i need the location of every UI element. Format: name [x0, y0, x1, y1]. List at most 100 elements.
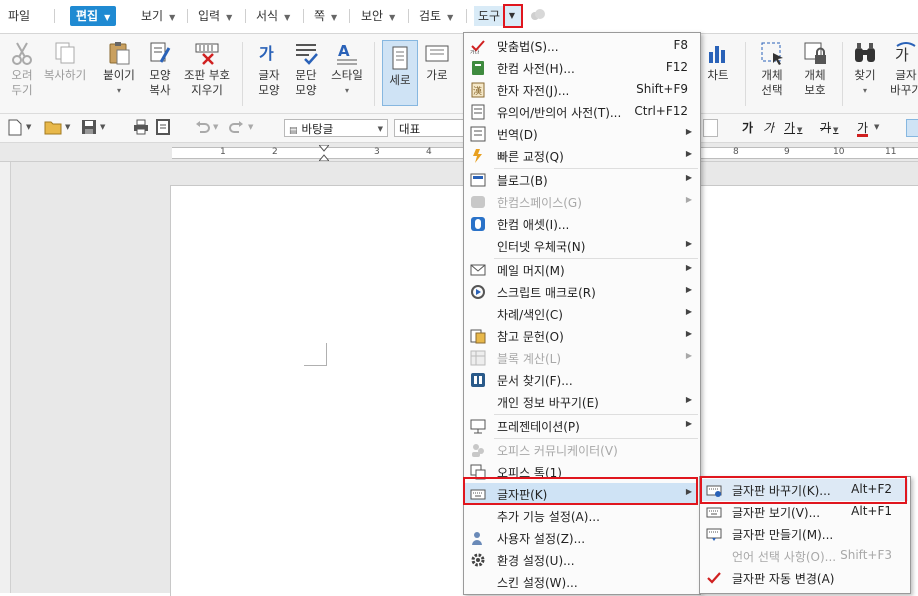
underline-button[interactable]: 가 ▼	[784, 119, 802, 137]
char-shape-button[interactable]: 가 글자 모양	[252, 40, 286, 98]
presentation-icon	[470, 418, 486, 434]
char-shape-icon: 가	[256, 40, 282, 66]
menu-item-hanja-dictionary[interactable]: 漢 한자 자전(J)... Shift+F9	[464, 79, 698, 101]
menu-item-add-ons[interactable]: 추가 기능 설정(A)...	[464, 505, 698, 527]
menu-item-preferences[interactable]: 환경 설정(U)...	[464, 549, 698, 571]
svg-text:가: 가	[259, 44, 274, 63]
strikethrough-button[interactable]: 가 ▼	[820, 119, 838, 137]
menu-item-hancom-asset[interactable]: 한컴 애셋(I)...	[464, 213, 698, 235]
format-painter-button[interactable]: 모양 복사	[143, 40, 177, 98]
menu-view[interactable]: 보기 ▼	[141, 6, 175, 26]
menu-divider	[54, 9, 55, 23]
cut-button[interactable]: 오려 두기	[4, 40, 40, 98]
menu-item-bibliography[interactable]: 참고 문헌(O) ▶	[464, 325, 698, 347]
paste-button[interactable]: 붙이기 ▾	[98, 40, 140, 98]
horizontal-ruler[interactable]: 1 2 3 4 8 9 10 11	[0, 143, 918, 162]
menu-edit[interactable]: 편집 ▼	[70, 6, 117, 26]
style-combo[interactable]: ▤ 바탕글 ▼	[284, 119, 388, 137]
menu-item-label: 스킨 설정(W)...	[497, 576, 578, 590]
menu-page[interactable]: 쪽 ▼	[314, 6, 337, 26]
chevron-down-icon[interactable]: ▼	[248, 123, 253, 141]
new-document-icon[interactable]	[8, 119, 22, 137]
menu-item-hancom-dictionary[interactable]: 한컴 사전(H)... F12	[464, 57, 698, 79]
font-size-spinner[interactable]	[703, 119, 718, 137]
redo-icon[interactable]	[229, 119, 245, 137]
block-calc-icon	[470, 350, 486, 366]
menu-item-personal-info[interactable]: 개인 정보 바꾸기(E) ▶	[464, 391, 698, 413]
menu-item-presentation[interactable]: 프레젠테이션(P) ▶	[464, 415, 698, 437]
menu-item-skin-settings[interactable]: 스킨 설정(W)...	[464, 571, 698, 593]
spellcheck-icon: 가나	[470, 38, 486, 54]
object-protect-button[interactable]: 개체 보호	[795, 40, 835, 98]
chevron-down-icon[interactable]: ▼	[100, 123, 105, 141]
menu-item-toc-index[interactable]: 차례/색인(C) ▶	[464, 303, 698, 325]
object-protect-label: 개체 보호	[804, 68, 826, 97]
clear-markup-button[interactable]: 조판 부호 지우기	[181, 40, 233, 98]
chevron-down-icon[interactable]: ▼	[213, 123, 218, 141]
font-combo[interactable]: 대표	[394, 119, 464, 137]
chevron-down-icon: ▼	[169, 13, 176, 22]
find-button[interactable]: 찾기 ▾	[850, 40, 880, 98]
menu-item-user-settings[interactable]: 사용자 설정(Z)...	[464, 527, 698, 549]
chevron-right-icon: ▶	[685, 307, 692, 316]
print-icon[interactable]	[133, 119, 149, 137]
menu-item-quick-correct[interactable]: 빠른 교정(Q) ▶	[464, 145, 698, 167]
keyboard-create-icon	[706, 526, 722, 542]
menu-item-thesaurus[interactable]: 유의어/반의어 사전(T)... Ctrl+F12	[464, 101, 698, 123]
submenu-item-keyboard-auto-switch[interactable]: 글자판 자동 변경(A)	[700, 567, 908, 589]
font-color-button[interactable]: 가	[857, 119, 869, 137]
menu-divider	[187, 9, 188, 23]
landscape-button[interactable]: 가로	[420, 40, 454, 83]
cloud-icon	[530, 9, 546, 21]
menu-security[interactable]: 보안 ▼	[361, 6, 395, 26]
style-button[interactable]: A 스타일 ▾	[327, 40, 367, 98]
menu-insert[interactable]: 입력 ▼	[198, 6, 232, 26]
menu-item-translate[interactable]: 번역(D) ▶	[464, 123, 698, 145]
menu-item-script-macro[interactable]: 스크립트 매크로(R) ▶	[464, 281, 698, 303]
menu-item-label: 추가 기능 설정(A)...	[497, 510, 600, 524]
chevron-down-icon[interactable]: ▼	[874, 123, 879, 141]
chevron-right-icon: ▶	[685, 263, 692, 272]
menu-file[interactable]: 파일	[8, 6, 30, 26]
print-preview-icon[interactable]	[155, 119, 171, 137]
menu-item-block-calc[interactable]: 블록 계산(L) ▶	[464, 347, 698, 369]
submenu-item-keyboard-create[interactable]: 글자판 만들기(M)...	[700, 523, 908, 545]
chart-icon	[705, 40, 731, 66]
dictionary-icon	[470, 60, 486, 76]
menu-divider	[349, 9, 350, 23]
chevron-down-icon: ▼	[331, 13, 338, 22]
open-folder-icon[interactable]	[44, 119, 62, 137]
menu-item-blog[interactable]: 블로그(B) ▶	[464, 169, 698, 191]
menu-item-mail-merge[interactable]: 메일 머지(M) ▶	[464, 259, 698, 281]
align-justify-button[interactable]	[906, 119, 918, 137]
menu-item-find-document[interactable]: 문서 찾기(F)...	[464, 369, 698, 391]
menu-item-spellcheck[interactable]: 가나 맞춤법(S)... F8	[464, 35, 698, 57]
menu-format[interactable]: 서식 ▼	[256, 6, 290, 26]
style-icon: A	[334, 40, 360, 66]
italic-button[interactable]: 가	[763, 119, 774, 137]
bold-button[interactable]: 가	[742, 119, 753, 137]
menu-item-label: 한자 자전(J)...	[497, 84, 570, 98]
menu-divider	[245, 9, 246, 23]
para-shape-button[interactable]: 문단 모양	[289, 40, 323, 98]
menu-item-office-communicator[interactable]: 오피스 커뮤니케이터(V)	[464, 439, 698, 461]
copy-button[interactable]: 복사하기	[36, 40, 94, 83]
save-icon[interactable]	[81, 119, 97, 137]
menu-item-hancom-space[interactable]: 한컴스페이스(G) ▶	[464, 191, 698, 213]
submenu-item-label: 언어 선택 사항(O)...	[732, 550, 837, 564]
chart-button[interactable]: 차트	[703, 40, 733, 83]
submenu-item-keyboard-view[interactable]: 글자판 보기(V)... Alt+F1	[700, 501, 908, 523]
chevron-down-icon[interactable]: ▼	[26, 123, 31, 141]
undo-icon[interactable]	[194, 119, 210, 137]
indent-marker-icon[interactable]	[319, 145, 329, 161]
submenu-item-language-options[interactable]: 언어 선택 사항(O)... Shift+F3	[700, 545, 908, 567]
replace-char-button[interactable]: 가 글자 바꾸기	[886, 40, 918, 98]
chart-label: 차트	[707, 68, 729, 82]
copy-icon	[52, 40, 78, 66]
menu-review[interactable]: 검토 ▼	[419, 6, 453, 26]
portrait-button[interactable]: 세로	[382, 40, 418, 106]
menu-item-internet-post-office[interactable]: 인터넷 우체국(N) ▶	[464, 235, 698, 257]
object-select-button[interactable]: 개체 선택	[752, 40, 792, 98]
chevron-down-icon[interactable]: ▼	[65, 123, 70, 141]
object-select-label: 개체 선택	[761, 68, 783, 97]
